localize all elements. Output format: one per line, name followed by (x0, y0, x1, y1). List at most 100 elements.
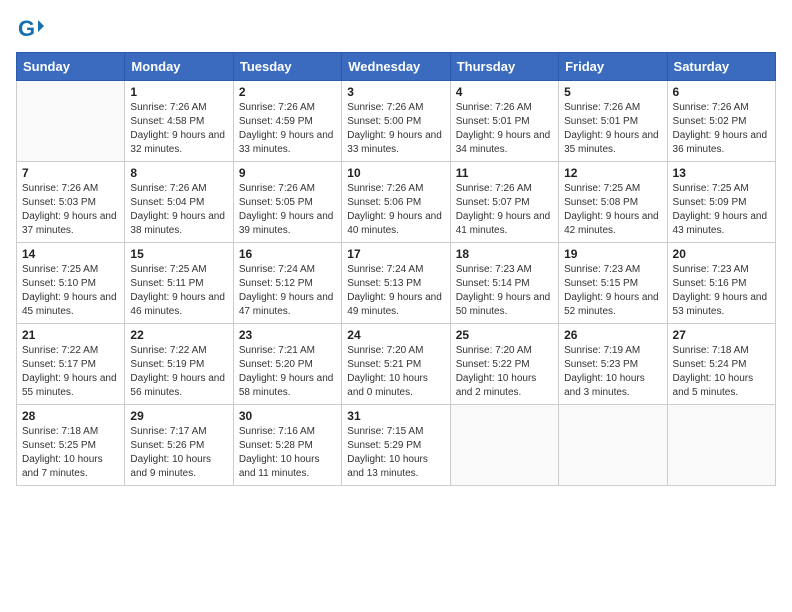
cell-info: Sunrise: 7:19 AMSunset: 5:23 PMDaylight:… (564, 344, 661, 400)
calendar-table: SundayMondayTuesdayWednesdayThursdayFrid… (16, 52, 776, 486)
calendar-cell: 4 Sunrise: 7:26 AMSunset: 5:01 PMDayligh… (450, 81, 558, 162)
calendar-cell: 7 Sunrise: 7:26 AMSunset: 5:03 PMDayligh… (17, 162, 125, 243)
cell-date: 6 (673, 85, 770, 99)
cell-info: Sunrise: 7:15 AMSunset: 5:29 PMDaylight:… (347, 425, 444, 481)
cell-info: Sunrise: 7:23 AMSunset: 5:16 PMDaylight:… (673, 263, 770, 319)
cell-info: Sunrise: 7:20 AMSunset: 5:21 PMDaylight:… (347, 344, 444, 400)
cell-date: 20 (673, 247, 770, 261)
calendar-cell: 1 Sunrise: 7:26 AMSunset: 4:58 PMDayligh… (125, 81, 233, 162)
cell-date: 15 (130, 247, 227, 261)
calendar-cell (450, 405, 558, 486)
cell-date: 5 (564, 85, 661, 99)
cell-info: Sunrise: 7:26 AMSunset: 4:59 PMDaylight:… (239, 101, 336, 157)
col-header-saturday: Saturday (667, 53, 775, 81)
calendar-cell: 28 Sunrise: 7:18 AMSunset: 5:25 PMDaylig… (17, 405, 125, 486)
cell-date: 29 (130, 409, 227, 423)
calendar-week-4: 21 Sunrise: 7:22 AMSunset: 5:17 PMDaylig… (17, 324, 776, 405)
cell-date: 22 (130, 328, 227, 342)
cell-date: 26 (564, 328, 661, 342)
calendar-cell: 23 Sunrise: 7:21 AMSunset: 5:20 PMDaylig… (233, 324, 341, 405)
cell-info: Sunrise: 7:25 AMSunset: 5:10 PMDaylight:… (22, 263, 119, 319)
calendar-week-5: 28 Sunrise: 7:18 AMSunset: 5:25 PMDaylig… (17, 405, 776, 486)
cell-info: Sunrise: 7:18 AMSunset: 5:25 PMDaylight:… (22, 425, 119, 481)
calendar-cell: 25 Sunrise: 7:20 AMSunset: 5:22 PMDaylig… (450, 324, 558, 405)
logo-icon: G (16, 16, 44, 44)
calendar-week-1: 1 Sunrise: 7:26 AMSunset: 4:58 PMDayligh… (17, 81, 776, 162)
cell-date: 28 (22, 409, 119, 423)
svg-text:G: G (18, 16, 35, 41)
calendar-cell (17, 81, 125, 162)
cell-date: 21 (22, 328, 119, 342)
cell-date: 18 (456, 247, 553, 261)
cell-info: Sunrise: 7:26 AMSunset: 5:01 PMDaylight:… (564, 101, 661, 157)
col-header-wednesday: Wednesday (342, 53, 450, 81)
calendar-cell: 20 Sunrise: 7:23 AMSunset: 5:16 PMDaylig… (667, 243, 775, 324)
calendar-cell: 30 Sunrise: 7:16 AMSunset: 5:28 PMDaylig… (233, 405, 341, 486)
cell-info: Sunrise: 7:23 AMSunset: 5:15 PMDaylight:… (564, 263, 661, 319)
cell-date: 2 (239, 85, 336, 99)
cell-date: 14 (22, 247, 119, 261)
calendar-cell: 29 Sunrise: 7:17 AMSunset: 5:26 PMDaylig… (125, 405, 233, 486)
calendar-cell: 6 Sunrise: 7:26 AMSunset: 5:02 PMDayligh… (667, 81, 775, 162)
calendar-week-2: 7 Sunrise: 7:26 AMSunset: 5:03 PMDayligh… (17, 162, 776, 243)
cell-info: Sunrise: 7:22 AMSunset: 5:17 PMDaylight:… (22, 344, 119, 400)
calendar-cell: 18 Sunrise: 7:23 AMSunset: 5:14 PMDaylig… (450, 243, 558, 324)
cell-date: 19 (564, 247, 661, 261)
calendar-cell: 15 Sunrise: 7:25 AMSunset: 5:11 PMDaylig… (125, 243, 233, 324)
cell-info: Sunrise: 7:26 AMSunset: 5:02 PMDaylight:… (673, 101, 770, 157)
calendar-cell (667, 405, 775, 486)
cell-info: Sunrise: 7:24 AMSunset: 5:13 PMDaylight:… (347, 263, 444, 319)
cell-date: 27 (673, 328, 770, 342)
logo: G (16, 16, 48, 44)
calendar-cell: 5 Sunrise: 7:26 AMSunset: 5:01 PMDayligh… (559, 81, 667, 162)
cell-date: 24 (347, 328, 444, 342)
cell-info: Sunrise: 7:24 AMSunset: 5:12 PMDaylight:… (239, 263, 336, 319)
col-header-thursday: Thursday (450, 53, 558, 81)
cell-date: 8 (130, 166, 227, 180)
calendar-cell: 21 Sunrise: 7:22 AMSunset: 5:17 PMDaylig… (17, 324, 125, 405)
cell-info: Sunrise: 7:26 AMSunset: 5:07 PMDaylight:… (456, 182, 553, 238)
calendar-cell (559, 405, 667, 486)
cell-info: Sunrise: 7:22 AMSunset: 5:19 PMDaylight:… (130, 344, 227, 400)
cell-date: 10 (347, 166, 444, 180)
calendar-cell: 8 Sunrise: 7:26 AMSunset: 5:04 PMDayligh… (125, 162, 233, 243)
calendar-cell: 3 Sunrise: 7:26 AMSunset: 5:00 PMDayligh… (342, 81, 450, 162)
cell-info: Sunrise: 7:21 AMSunset: 5:20 PMDaylight:… (239, 344, 336, 400)
cell-info: Sunrise: 7:26 AMSunset: 5:04 PMDaylight:… (130, 182, 227, 238)
cell-info: Sunrise: 7:18 AMSunset: 5:24 PMDaylight:… (673, 344, 770, 400)
cell-date: 7 (22, 166, 119, 180)
cell-info: Sunrise: 7:17 AMSunset: 5:26 PMDaylight:… (130, 425, 227, 481)
calendar-cell: 24 Sunrise: 7:20 AMSunset: 5:21 PMDaylig… (342, 324, 450, 405)
cell-info: Sunrise: 7:23 AMSunset: 5:14 PMDaylight:… (456, 263, 553, 319)
calendar-week-3: 14 Sunrise: 7:25 AMSunset: 5:10 PMDaylig… (17, 243, 776, 324)
cell-date: 25 (456, 328, 553, 342)
cell-date: 17 (347, 247, 444, 261)
cell-date: 12 (564, 166, 661, 180)
calendar-cell: 27 Sunrise: 7:18 AMSunset: 5:24 PMDaylig… (667, 324, 775, 405)
col-header-sunday: Sunday (17, 53, 125, 81)
calendar-cell: 19 Sunrise: 7:23 AMSunset: 5:15 PMDaylig… (559, 243, 667, 324)
col-header-monday: Monday (125, 53, 233, 81)
cell-info: Sunrise: 7:25 AMSunset: 5:11 PMDaylight:… (130, 263, 227, 319)
calendar-cell: 13 Sunrise: 7:25 AMSunset: 5:09 PMDaylig… (667, 162, 775, 243)
calendar-cell: 31 Sunrise: 7:15 AMSunset: 5:29 PMDaylig… (342, 405, 450, 486)
cell-info: Sunrise: 7:26 AMSunset: 5:00 PMDaylight:… (347, 101, 444, 157)
cell-date: 1 (130, 85, 227, 99)
calendar-cell: 26 Sunrise: 7:19 AMSunset: 5:23 PMDaylig… (559, 324, 667, 405)
cell-date: 4 (456, 85, 553, 99)
calendar-cell: 12 Sunrise: 7:25 AMSunset: 5:08 PMDaylig… (559, 162, 667, 243)
cell-info: Sunrise: 7:16 AMSunset: 5:28 PMDaylight:… (239, 425, 336, 481)
calendar-cell: 11 Sunrise: 7:26 AMSunset: 5:07 PMDaylig… (450, 162, 558, 243)
cell-info: Sunrise: 7:20 AMSunset: 5:22 PMDaylight:… (456, 344, 553, 400)
calendar-cell: 2 Sunrise: 7:26 AMSunset: 4:59 PMDayligh… (233, 81, 341, 162)
cell-date: 31 (347, 409, 444, 423)
col-header-friday: Friday (559, 53, 667, 81)
cell-info: Sunrise: 7:26 AMSunset: 5:01 PMDaylight:… (456, 101, 553, 157)
cell-date: 3 (347, 85, 444, 99)
calendar-cell: 14 Sunrise: 7:25 AMSunset: 5:10 PMDaylig… (17, 243, 125, 324)
col-header-tuesday: Tuesday (233, 53, 341, 81)
cell-info: Sunrise: 7:26 AMSunset: 5:06 PMDaylight:… (347, 182, 444, 238)
calendar-cell: 16 Sunrise: 7:24 AMSunset: 5:12 PMDaylig… (233, 243, 341, 324)
calendar-cell: 22 Sunrise: 7:22 AMSunset: 5:19 PMDaylig… (125, 324, 233, 405)
calendar-cell: 10 Sunrise: 7:26 AMSunset: 5:06 PMDaylig… (342, 162, 450, 243)
